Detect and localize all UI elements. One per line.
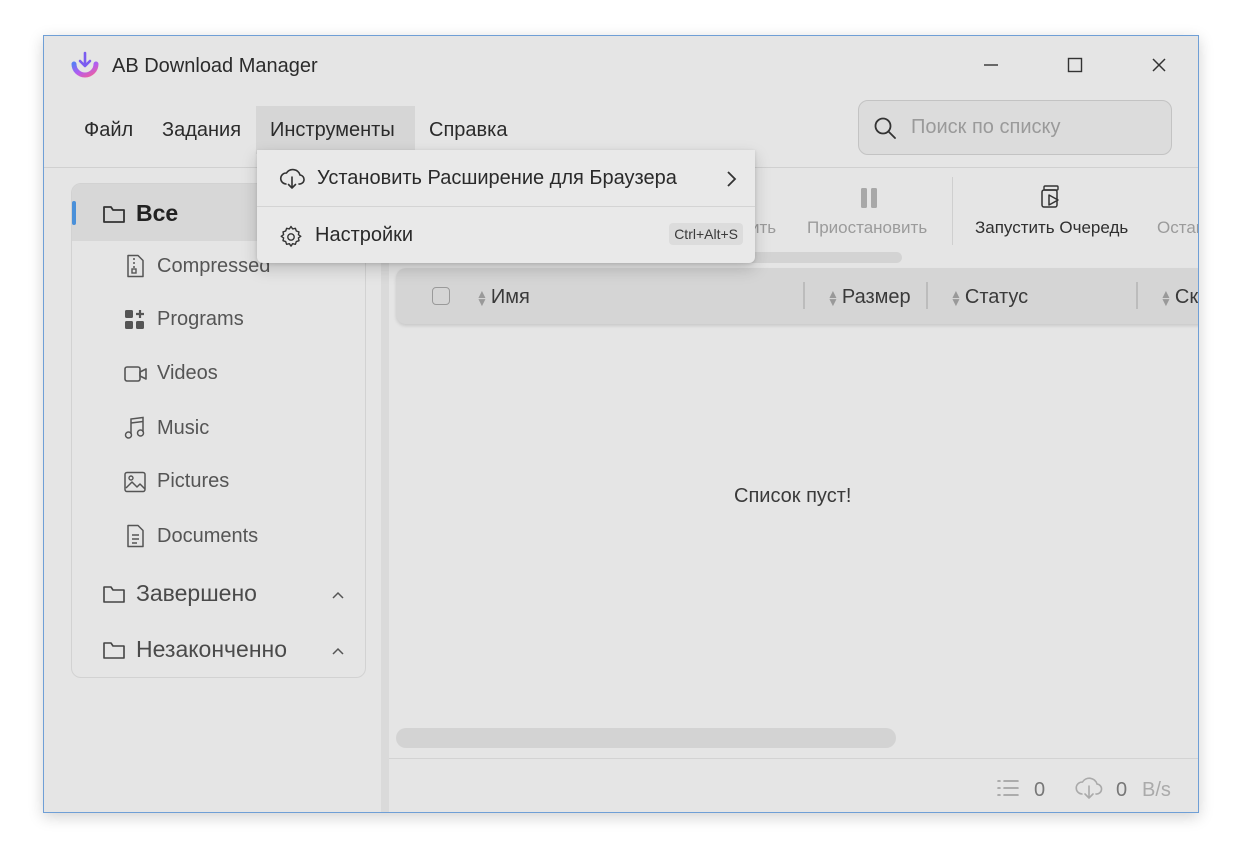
column-header-status[interactable]: ▲ ▼ Статус [950, 286, 1028, 309]
sidebar-item-label: Music [157, 416, 210, 439]
minimize-button[interactable] [971, 48, 1011, 82]
sidebar-item-all[interactable]: Все [102, 200, 178, 227]
sidebar-item-label: Videos [157, 362, 218, 384]
queue-start-icon [1039, 184, 1065, 215]
minimize-icon [984, 64, 998, 66]
menu-item-label: Установить Расширение для Браузера [317, 167, 677, 189]
chevron-right-icon [727, 171, 737, 187]
close-icon [1152, 58, 1166, 72]
sort-icon: ▲ ▼ [950, 286, 962, 309]
select-all-checkbox[interactable] [432, 287, 450, 305]
pause-button[interactable]: Приостановить [807, 218, 927, 238]
toolbar-button-partial-right[interactable]: Остан [1157, 218, 1198, 238]
music-note-icon [124, 416, 145, 439]
folder-icon [103, 205, 125, 223]
menu-item-settings[interactable]: Настройки Ctrl+Alt+S [257, 208, 755, 263]
sort-icon: ▲ ▼ [476, 286, 488, 309]
menu-file[interactable]: Файл [70, 106, 147, 154]
sidebar-item-label: Pictures [157, 470, 230, 492]
gear-icon [280, 225, 302, 247]
pause-icon [859, 187, 879, 214]
column-separator[interactable] [926, 282, 928, 309]
cloud-download-icon [279, 168, 305, 189]
column-header-speed[interactable]: ▲ ▼ Ск [1160, 286, 1198, 309]
status-bar-divider [389, 758, 1198, 759]
column-separator[interactable] [803, 282, 805, 309]
sidebar-item-unfinished[interactable]: Незаконченно [102, 636, 287, 663]
sidebar-item-label: Все [136, 200, 179, 226]
chevron-up-icon[interactable] [331, 643, 345, 661]
app-window: AB Download Manager Файл Задания Инструм… [43, 35, 1199, 813]
column-separator[interactable] [1136, 282, 1138, 309]
search-input[interactable] [909, 115, 1153, 140]
list-icon [996, 778, 1020, 803]
chevron-up-icon[interactable] [331, 587, 345, 605]
download-speed-value: 0 [1116, 779, 1128, 801]
sidebar-item-label: Programs [157, 308, 244, 330]
tools-dropdown-menu: Установить Расширение для Браузера Настр… [257, 150, 755, 263]
folder-icon [103, 641, 125, 659]
maximize-icon [1067, 57, 1083, 73]
column-header-size[interactable]: ▲ ▼ Размер [827, 286, 911, 309]
sort-icon: ▲ ▼ [1160, 286, 1172, 309]
image-icon [124, 471, 146, 492]
apps-icon [125, 309, 144, 329]
table-horizontal-scrollbar[interactable] [396, 728, 896, 748]
maximize-button[interactable] [1055, 48, 1095, 82]
search-icon [874, 117, 896, 139]
panel-splitter[interactable] [381, 168, 389, 812]
sidebar-item-label: Незаконченно [136, 636, 288, 662]
download-speed-icon [1075, 776, 1103, 807]
sidebar-item-pictures[interactable]: Pictures [124, 470, 229, 493]
menu-help[interactable]: Справка [415, 106, 521, 154]
menu-tasks[interactable]: Задания [148, 106, 255, 154]
sidebar-item-compressed[interactable]: Compressed [124, 254, 270, 278]
folder-icon [103, 585, 125, 603]
column-header-name[interactable]: ▲ ▼ Имя [476, 286, 530, 309]
sidebar-item-music[interactable]: Music [124, 416, 209, 440]
start-queue-button[interactable]: Запустить Очередь [975, 218, 1128, 238]
sidebar-item-label: Compressed [157, 254, 271, 277]
app-logo-icon [69, 50, 101, 82]
active-downloads-count: 0 [1034, 779, 1046, 801]
sidebar-item-finished[interactable]: Завершено [102, 580, 257, 607]
menu-tools[interactable]: Инструменты [256, 106, 415, 154]
menu-item-install-browser-extension[interactable]: Установить Расширение для Браузера [257, 151, 755, 206]
sidebar-item-documents[interactable]: Documents [124, 524, 258, 548]
document-icon [127, 524, 144, 548]
sidebar-item-label: Завершено [136, 580, 257, 606]
sidebar-selection-indicator [72, 201, 76, 225]
empty-list-message: Список пуст! [734, 485, 852, 507]
keyboard-shortcut: Ctrl+Alt+S [669, 223, 743, 245]
zip-file-icon [127, 254, 144, 278]
sidebar-item-label: Documents [157, 524, 259, 547]
sidebar-item-videos[interactable]: Videos [124, 362, 218, 385]
search-box[interactable] [858, 100, 1172, 155]
download-speed-unit: B/s [1142, 779, 1171, 801]
sidebar-item-programs[interactable]: Programs [124, 308, 244, 331]
window-title: AB Download Manager [112, 55, 318, 77]
menu-separator [257, 206, 755, 207]
video-camera-icon [124, 365, 147, 382]
close-button[interactable] [1139, 48, 1179, 82]
sort-icon: ▲ ▼ [827, 286, 839, 309]
toolbar-separator [952, 177, 953, 245]
menu-item-label: Настройки [315, 224, 414, 246]
